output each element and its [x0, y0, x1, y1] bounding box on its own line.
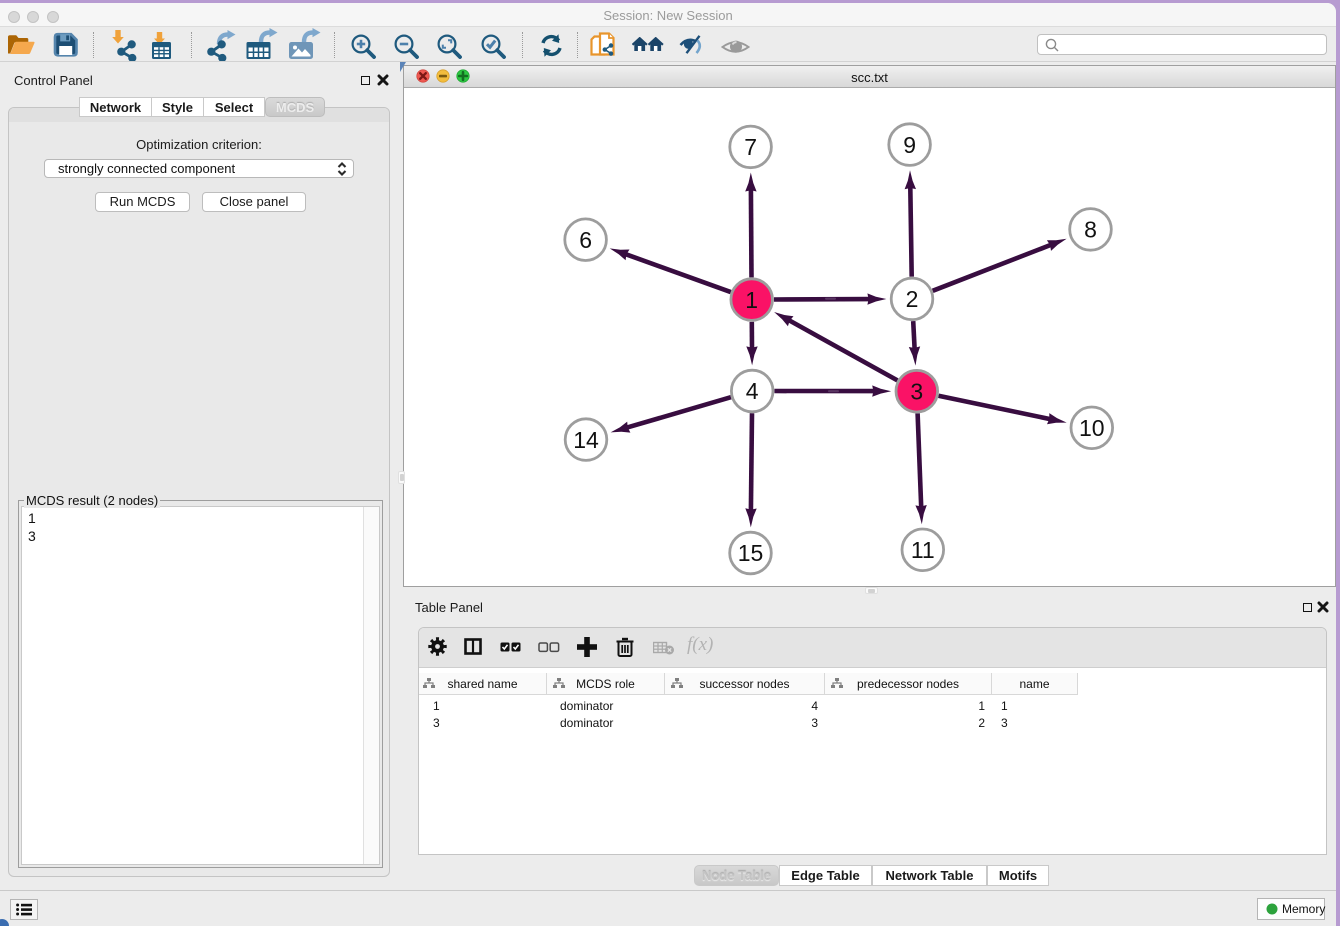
svg-text:8: 8: [1084, 217, 1097, 243]
svg-text:10: 10: [1079, 415, 1105, 441]
svg-text:14: 14: [573, 427, 599, 453]
svg-text:1: 1: [745, 287, 758, 313]
svg-text:6: 6: [579, 227, 592, 253]
svg-text:11: 11: [911, 537, 935, 563]
svg-text:4: 4: [746, 378, 759, 404]
svg-text:7: 7: [744, 134, 757, 160]
svg-text:15: 15: [738, 540, 764, 566]
svg-text:2: 2: [906, 286, 919, 312]
svg-text:9: 9: [903, 132, 916, 158]
svg-text:3: 3: [910, 378, 923, 404]
